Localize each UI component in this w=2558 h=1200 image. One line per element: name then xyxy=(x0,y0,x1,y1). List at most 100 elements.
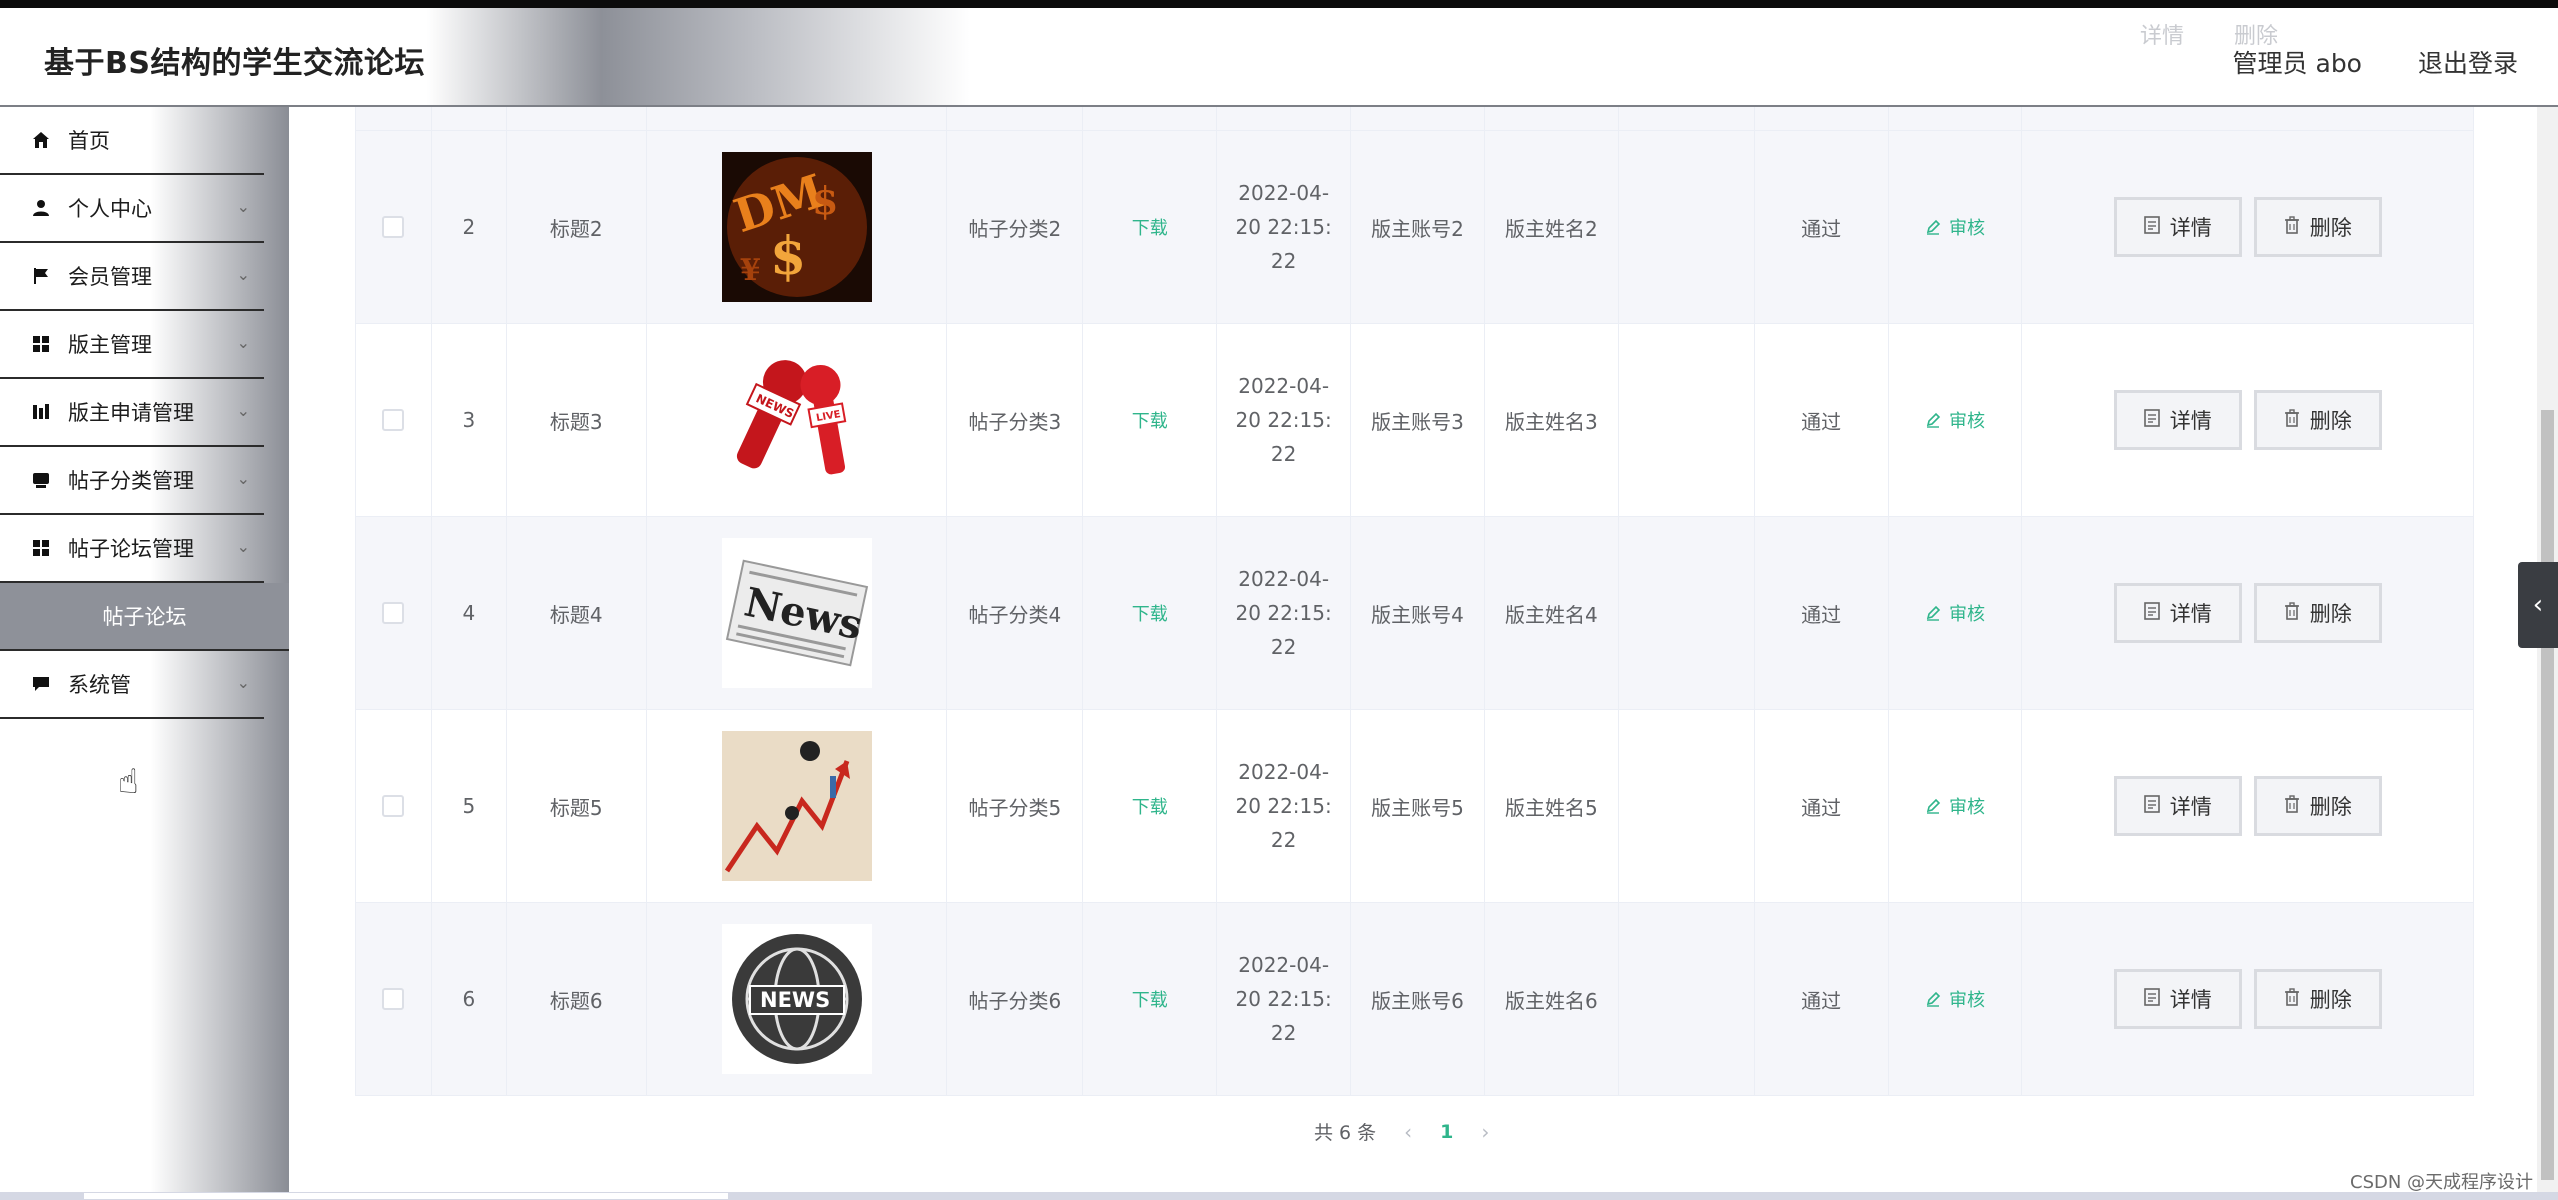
trash-icon xyxy=(2284,794,2300,818)
row-category: 帖子分类3 xyxy=(947,324,1084,516)
edit-icon xyxy=(1926,412,1941,428)
sidebar-item-post-forum-management[interactable]: 帖子论坛管理 ⌄ xyxy=(0,515,264,583)
delete-button[interactable]: 删除 xyxy=(2253,583,2382,643)
row-index: 3 xyxy=(432,324,507,516)
row-time: 2022-04- 20 22:15: 22 xyxy=(1217,903,1352,1095)
row-title: 标题3 xyxy=(507,324,647,516)
news-globe-image: NEWS xyxy=(721,924,872,1074)
main-content: 2 标题2 DM $ $ ¥ 帖子分类2 下载 2022-04- 20 22:15: 22… xyxy=(289,107,2535,1192)
row-checkbox[interactable] xyxy=(382,602,405,624)
window-top-strip xyxy=(0,0,2558,8)
time-line: 20 22:15: xyxy=(1235,408,1332,432)
grid-icon xyxy=(30,537,52,559)
prev-page-icon[interactable]: ‹ xyxy=(1404,1120,1412,1144)
sidebar-item-label: 帖子分类管理 xyxy=(68,469,194,493)
horizontal-scrollbar-thumb[interactable] xyxy=(84,1193,728,1199)
svg-text:¥: ¥ xyxy=(740,253,761,288)
row-index: 2 xyxy=(432,131,507,323)
sidebar-item-label: 系统管 xyxy=(68,673,131,697)
document-icon xyxy=(2143,601,2160,625)
row-title: 标题5 xyxy=(507,710,647,902)
chevron-down-icon: ⌄ xyxy=(236,673,250,692)
watermark: CSDN @天成程序设计 xyxy=(2350,1172,2534,1193)
download-link[interactable]: 下载 xyxy=(1132,214,1168,240)
collapse-panel-tab[interactable]: ‹ xyxy=(2518,562,2558,648)
sidebar-item-member-management[interactable]: 会员管理 ⌄ xyxy=(0,243,264,311)
document-icon xyxy=(2143,987,2160,1011)
svg-text:$: $ xyxy=(770,226,806,287)
download-link[interactable]: 下载 xyxy=(1132,986,1168,1012)
row-time: 2022-04- 20 22:15: 22 xyxy=(1217,324,1352,516)
page-number[interactable]: 1 xyxy=(1440,1121,1453,1143)
sidebar-subitem-post-forum[interactable]: 帖子论坛 xyxy=(0,583,289,651)
row-empty-cell xyxy=(1619,710,1755,902)
audit-link[interactable]: 审核 xyxy=(1925,986,1985,1012)
row-checkbox[interactable] xyxy=(382,795,405,817)
row-thumbnail-cell xyxy=(647,710,948,902)
detail-label: 详情 xyxy=(2169,988,2212,1012)
sidebar-item-moderator-application[interactable]: 版主申请管理 ⌄ xyxy=(0,379,264,447)
detail-button[interactable]: 详情 xyxy=(2113,390,2242,450)
app-title: 基于BS结构的学生交流论坛 xyxy=(44,46,425,81)
delete-button[interactable]: 删除 xyxy=(2253,776,2382,836)
detail-button[interactable]: 详情 xyxy=(2113,197,2242,257)
sidebar-item-system-management[interactable]: 系统管 ⌄ xyxy=(0,651,264,719)
row-moderator-name: 版主姓名3 xyxy=(1485,324,1619,516)
chevron-down-icon: ⌄ xyxy=(236,197,250,216)
detail-button[interactable]: 详情 xyxy=(2113,583,2242,643)
next-page-icon[interactable]: › xyxy=(1481,1120,1489,1144)
delete-button[interactable]: 删除 xyxy=(2253,197,2382,257)
edit-icon xyxy=(1926,605,1941,621)
row-title: 标题6 xyxy=(507,903,647,1095)
row-checkbox[interactable] xyxy=(382,216,405,238)
card-icon xyxy=(30,469,52,491)
detail-button[interactable]: 详情 xyxy=(2113,969,2242,1029)
trash-icon xyxy=(2284,215,2300,239)
table-row: 6 标题6 NEWS 帖子分类6 下载 2022-04- 20 22:15: 22 … xyxy=(356,903,2473,1096)
app-header: 基于BS结构的学生交流论坛 详情 删除 管理员 abo 退出登录 xyxy=(0,8,2558,107)
delete-label: 删除 xyxy=(2309,988,2352,1012)
delete-button[interactable]: 删除 xyxy=(2253,969,2382,1029)
document-icon xyxy=(2143,215,2160,239)
audit-link[interactable]: 审核 xyxy=(1925,793,1985,819)
detail-label: 详情 xyxy=(2169,795,2212,819)
edit-icon xyxy=(1926,798,1941,814)
sidebar-item-home[interactable]: 首页 xyxy=(0,107,264,175)
row-category: 帖子分类4 xyxy=(947,517,1084,709)
time-line: 22 xyxy=(1270,635,1297,659)
row-checkbox[interactable] xyxy=(382,988,405,1010)
chevron-down-icon: ⌄ xyxy=(236,401,250,420)
dollar-sign-image: DM $ $ ¥ xyxy=(721,152,872,302)
download-link[interactable]: 下载 xyxy=(1132,600,1168,626)
document-icon xyxy=(2143,408,2160,432)
table-row-partial xyxy=(356,107,2473,131)
logout-link[interactable]: 退出登录 xyxy=(2418,44,2518,80)
row-category: 帖子分类2 xyxy=(947,131,1084,323)
time-line: 22 xyxy=(1270,249,1297,273)
sidebar-item-personal-center[interactable]: 个人中心 ⌄ xyxy=(0,175,264,243)
row-moderator-name: 版主姓名5 xyxy=(1485,710,1619,902)
delete-button[interactable]: 删除 xyxy=(2253,390,2382,450)
detail-button[interactable]: 详情 xyxy=(2113,776,2242,836)
row-thumbnail-cell: NEWS xyxy=(647,903,948,1095)
vertical-scrollbar-thumb[interactable] xyxy=(2541,410,2554,1180)
home-icon xyxy=(30,129,52,151)
audit-link[interactable]: 审核 xyxy=(1925,407,1985,433)
download-link[interactable]: 下载 xyxy=(1132,407,1168,433)
sidebar-item-post-category[interactable]: 帖子分类管理 ⌄ xyxy=(0,447,264,515)
time-line: 2022-04- xyxy=(1238,181,1330,205)
header-user-area: 管理员 abo 退出登录 xyxy=(2233,44,2518,80)
time-line: 2022-04- xyxy=(1238,953,1330,977)
download-link[interactable]: 下载 xyxy=(1132,793,1168,819)
sidebar-item-moderator-management[interactable]: 版主管理 ⌄ xyxy=(0,311,264,379)
row-checkbox[interactable] xyxy=(382,409,405,431)
audit-link[interactable]: 审核 xyxy=(1925,214,1985,240)
trash-icon xyxy=(2284,408,2300,432)
row-empty-cell xyxy=(1619,324,1755,516)
pagination: 共 6 条 ‹ 1 › xyxy=(1314,1118,1489,1145)
chart-icon xyxy=(30,401,52,423)
delete-label: 删除 xyxy=(2309,795,2352,819)
time-line: 22 xyxy=(1270,828,1297,852)
audit-link[interactable]: 审核 xyxy=(1925,600,1985,626)
time-line: 2022-04- xyxy=(1238,567,1330,591)
